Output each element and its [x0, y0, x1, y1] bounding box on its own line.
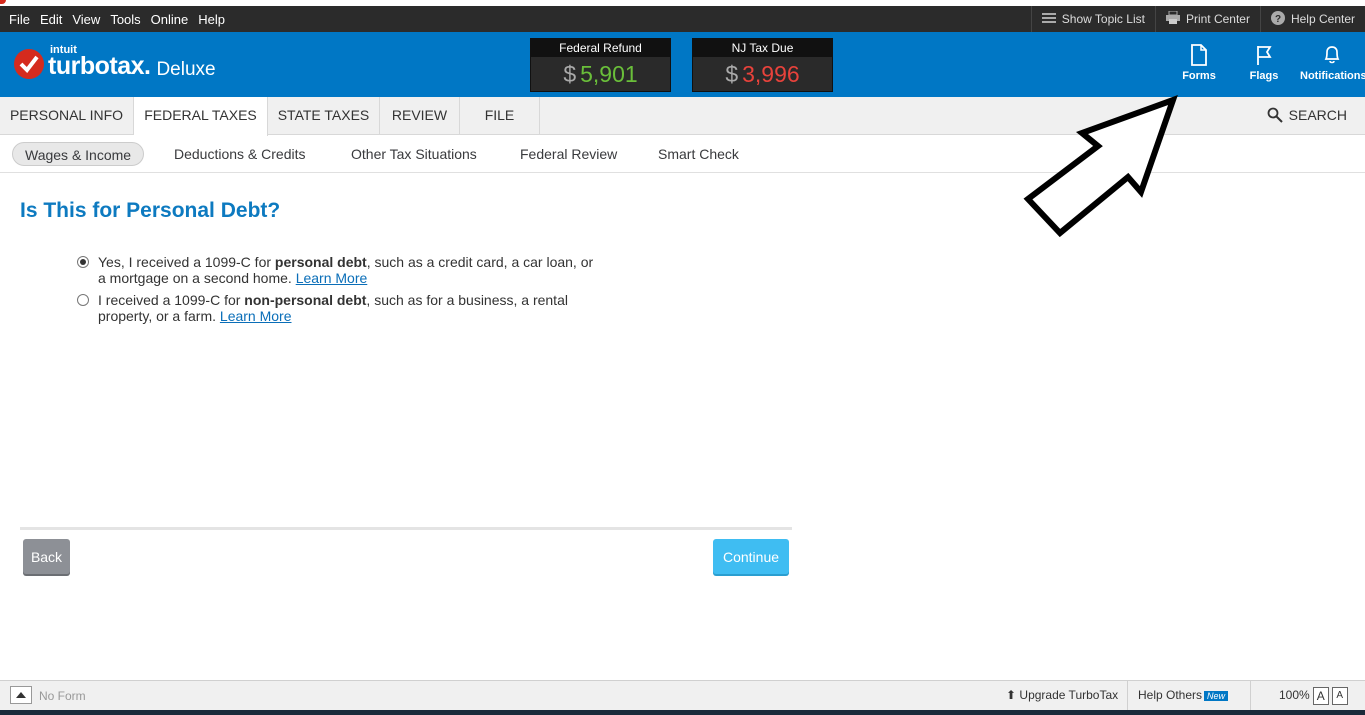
help-others-button[interactable]: Help Others New: [1127, 681, 1238, 711]
intuit-label: intuit: [50, 44, 77, 56]
status-bar: No Form ⬆ Upgrade TurboTax Help Others Ne…: [0, 680, 1365, 711]
help-icon: ?: [1270, 10, 1285, 28]
show-topic-list-button[interactable]: Show Topic List: [1030, 6, 1155, 32]
taskbar-edge: [0, 710, 1365, 715]
nj-tax-due-currency: $: [725, 61, 739, 87]
radio-non-personal-debt[interactable]: [77, 294, 89, 306]
forms-label: Forms: [1182, 70, 1216, 82]
option2-text-bold: non-personal debt: [244, 292, 367, 308]
search-icon: [1267, 107, 1283, 123]
triangle-up-icon: [16, 692, 26, 698]
red-marker: [0, 0, 6, 4]
option-personal-debt[interactable]: Yes, I received a 1099-C for personal de…: [77, 254, 597, 286]
turbotax-logo: intuit turbotax. Deluxe: [14, 44, 216, 81]
arrow-up-icon: ⬆: [1006, 688, 1017, 702]
forms-button[interactable]: Forms: [1180, 44, 1218, 82]
annotation-arrow-icon: [1023, 95, 1178, 238]
tab-review[interactable]: REVIEW: [380, 97, 460, 135]
flags-button[interactable]: Flags: [1245, 44, 1283, 82]
zoom-controls: 100% A A: [1250, 681, 1365, 711]
menu-help[interactable]: Help: [193, 12, 230, 27]
tab-state-taxes[interactable]: STATE TAXES: [268, 97, 380, 135]
search-label: SEARCH: [1288, 107, 1347, 123]
menu-view[interactable]: View: [67, 12, 105, 27]
menu-tools[interactable]: Tools: [105, 12, 145, 27]
menu-bar: File Edit View Tools Online Help Show To…: [0, 6, 1365, 32]
subnav-other-tax-situations[interactable]: Other Tax Situations: [351, 142, 477, 166]
option1-text-bold: personal debt: [274, 254, 367, 270]
help-others-label: Help Others: [1138, 688, 1203, 702]
flag-icon: [1257, 46, 1272, 65]
new-badge: New: [1204, 691, 1229, 701]
learn-more-link-personal[interactable]: Learn More: [296, 270, 368, 286]
app-header: intuit turbotax. Deluxe Federal Refund $…: [0, 32, 1365, 97]
radio-personal-debt[interactable]: [77, 256, 89, 268]
option1-text-pre: Yes, I received a 1099-C for: [98, 254, 275, 270]
option2-text-pre: I received a 1099-C for: [98, 292, 245, 308]
show-topic-list-label: Show Topic List: [1061, 12, 1145, 26]
menu-edit[interactable]: Edit: [35, 12, 67, 27]
upgrade-turbotax-button[interactable]: ⬆ Upgrade TurboTax: [996, 681, 1128, 711]
flags-label: Flags: [1249, 70, 1279, 82]
continue-button[interactable]: Continue: [713, 539, 789, 574]
list-icon: [1041, 12, 1056, 27]
nj-tax-due-amount: 3,996: [742, 61, 800, 87]
nj-tax-due-meter[interactable]: NJ Tax Due $3,996: [692, 38, 833, 92]
menu-online[interactable]: Online: [146, 12, 194, 27]
print-center-button[interactable]: Print Center: [1154, 6, 1260, 32]
learn-more-link-non-personal[interactable]: Learn More: [220, 308, 292, 324]
federal-refund-amount: 5,901: [580, 61, 638, 87]
help-center-label: Help Center: [1290, 12, 1355, 26]
brand-name: turbotax.: [48, 52, 151, 80]
svg-text:?: ?: [1275, 14, 1281, 25]
notifications-button[interactable]: Notifications: [1300, 44, 1365, 82]
checkmark-icon: [14, 48, 44, 79]
printer-icon: [1165, 10, 1180, 27]
document-icon: [1191, 44, 1207, 66]
tab-personal-info[interactable]: PERSONAL INFO: [0, 97, 134, 135]
subnav-deductions-credits[interactable]: Deductions & Credits: [174, 142, 306, 166]
back-button[interactable]: Back: [23, 539, 70, 574]
font-smaller-button[interactable]: A: [1331, 686, 1348, 705]
subnav-smart-check[interactable]: Smart Check: [658, 142, 739, 166]
bell-icon: [1324, 46, 1340, 64]
no-form-label: No Form: [39, 689, 86, 703]
edition-label: Deluxe: [156, 58, 216, 80]
zoom-level: 100%: [1279, 688, 1310, 702]
notifications-label: Notifications: [1300, 70, 1365, 82]
subnav-federal-review[interactable]: Federal Review: [520, 142, 617, 166]
tab-file[interactable]: FILE: [460, 97, 540, 135]
subnav-wages-income[interactable]: Wages & Income: [12, 142, 145, 166]
font-larger-button[interactable]: A: [1312, 686, 1329, 705]
search-button[interactable]: SEARCH: [1267, 107, 1347, 123]
federal-refund-label: Federal Refund: [531, 39, 670, 57]
nj-tax-due-label: NJ Tax Due: [693, 39, 832, 57]
menu-file[interactable]: File: [4, 12, 35, 27]
federal-refund-meter[interactable]: Federal Refund $5,901: [530, 38, 671, 92]
upgrade-label: Upgrade TurboTax: [1019, 688, 1119, 702]
option-non-personal-debt[interactable]: I received a 1099-C for non-personal deb…: [77, 292, 597, 324]
federal-refund-currency: $: [563, 61, 577, 87]
divider: [20, 527, 792, 530]
page-title: Is This for Personal Debt?: [20, 199, 281, 222]
help-center-button[interactable]: ? Help Center: [1259, 6, 1365, 32]
form-panel-toggle[interactable]: [10, 686, 32, 704]
tab-federal-taxes[interactable]: FEDERAL TAXES: [134, 97, 268, 136]
print-center-label: Print Center: [1185, 12, 1250, 26]
